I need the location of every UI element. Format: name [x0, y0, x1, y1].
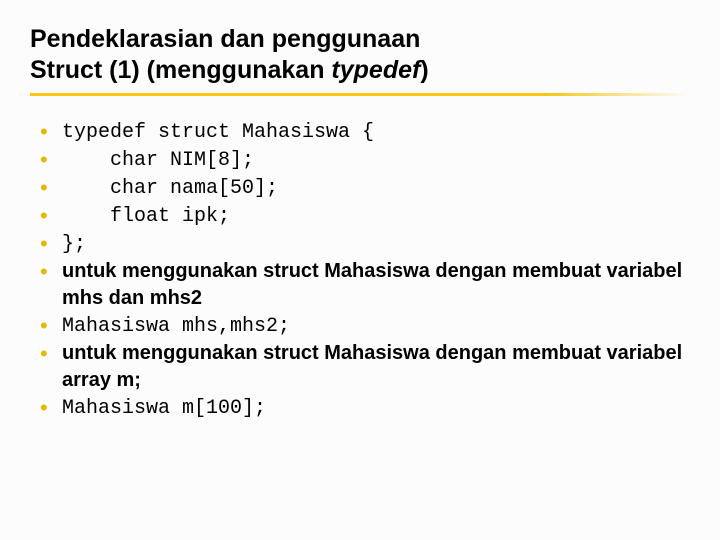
title-line-2a: Struct (1) (menggunakan [30, 56, 331, 84]
list-item: }; [38, 230, 690, 258]
list-item: untuk menggunakan struct Mahasiswa denga… [38, 258, 690, 312]
text-line: untuk menggunakan struct Mahasiswa denga… [62, 342, 682, 391]
code-line: Mahasiswa m[100]; [62, 397, 266, 420]
list-item: float ipk; [38, 202, 690, 230]
title-line-1: Pendeklarasian dan penggunaan [30, 25, 420, 53]
code-line: }; [62, 233, 86, 256]
code-line: Mahasiswa mhs,mhs2; [62, 315, 290, 338]
list-item: typedef struct Mahasiswa { [38, 118, 690, 146]
slide-title: Pendeklarasian dan penggunaan Struct (1)… [30, 24, 690, 87]
code-line: char nama[50]; [62, 177, 278, 200]
list-item: Mahasiswa mhs,mhs2; [38, 312, 690, 340]
list-item: untuk menggunakan struct Mahasiswa denga… [38, 340, 690, 394]
list-item: char nama[50]; [38, 174, 690, 202]
code-line: float ipk; [62, 205, 230, 228]
text-line: untuk menggunakan struct Mahasiswa denga… [62, 260, 682, 309]
title-typedef: typedef [331, 56, 420, 84]
code-line: typedef struct Mahasiswa { [62, 121, 374, 144]
list-item: Mahasiswa m[100]; [38, 394, 690, 422]
title-line-2c: ) [420, 56, 428, 84]
bullet-list: typedef struct Mahasiswa { char NIM[8]; … [30, 118, 690, 422]
list-item: char NIM[8]; [38, 146, 690, 174]
code-line: char NIM[8]; [62, 149, 254, 172]
title-underline [30, 93, 690, 96]
